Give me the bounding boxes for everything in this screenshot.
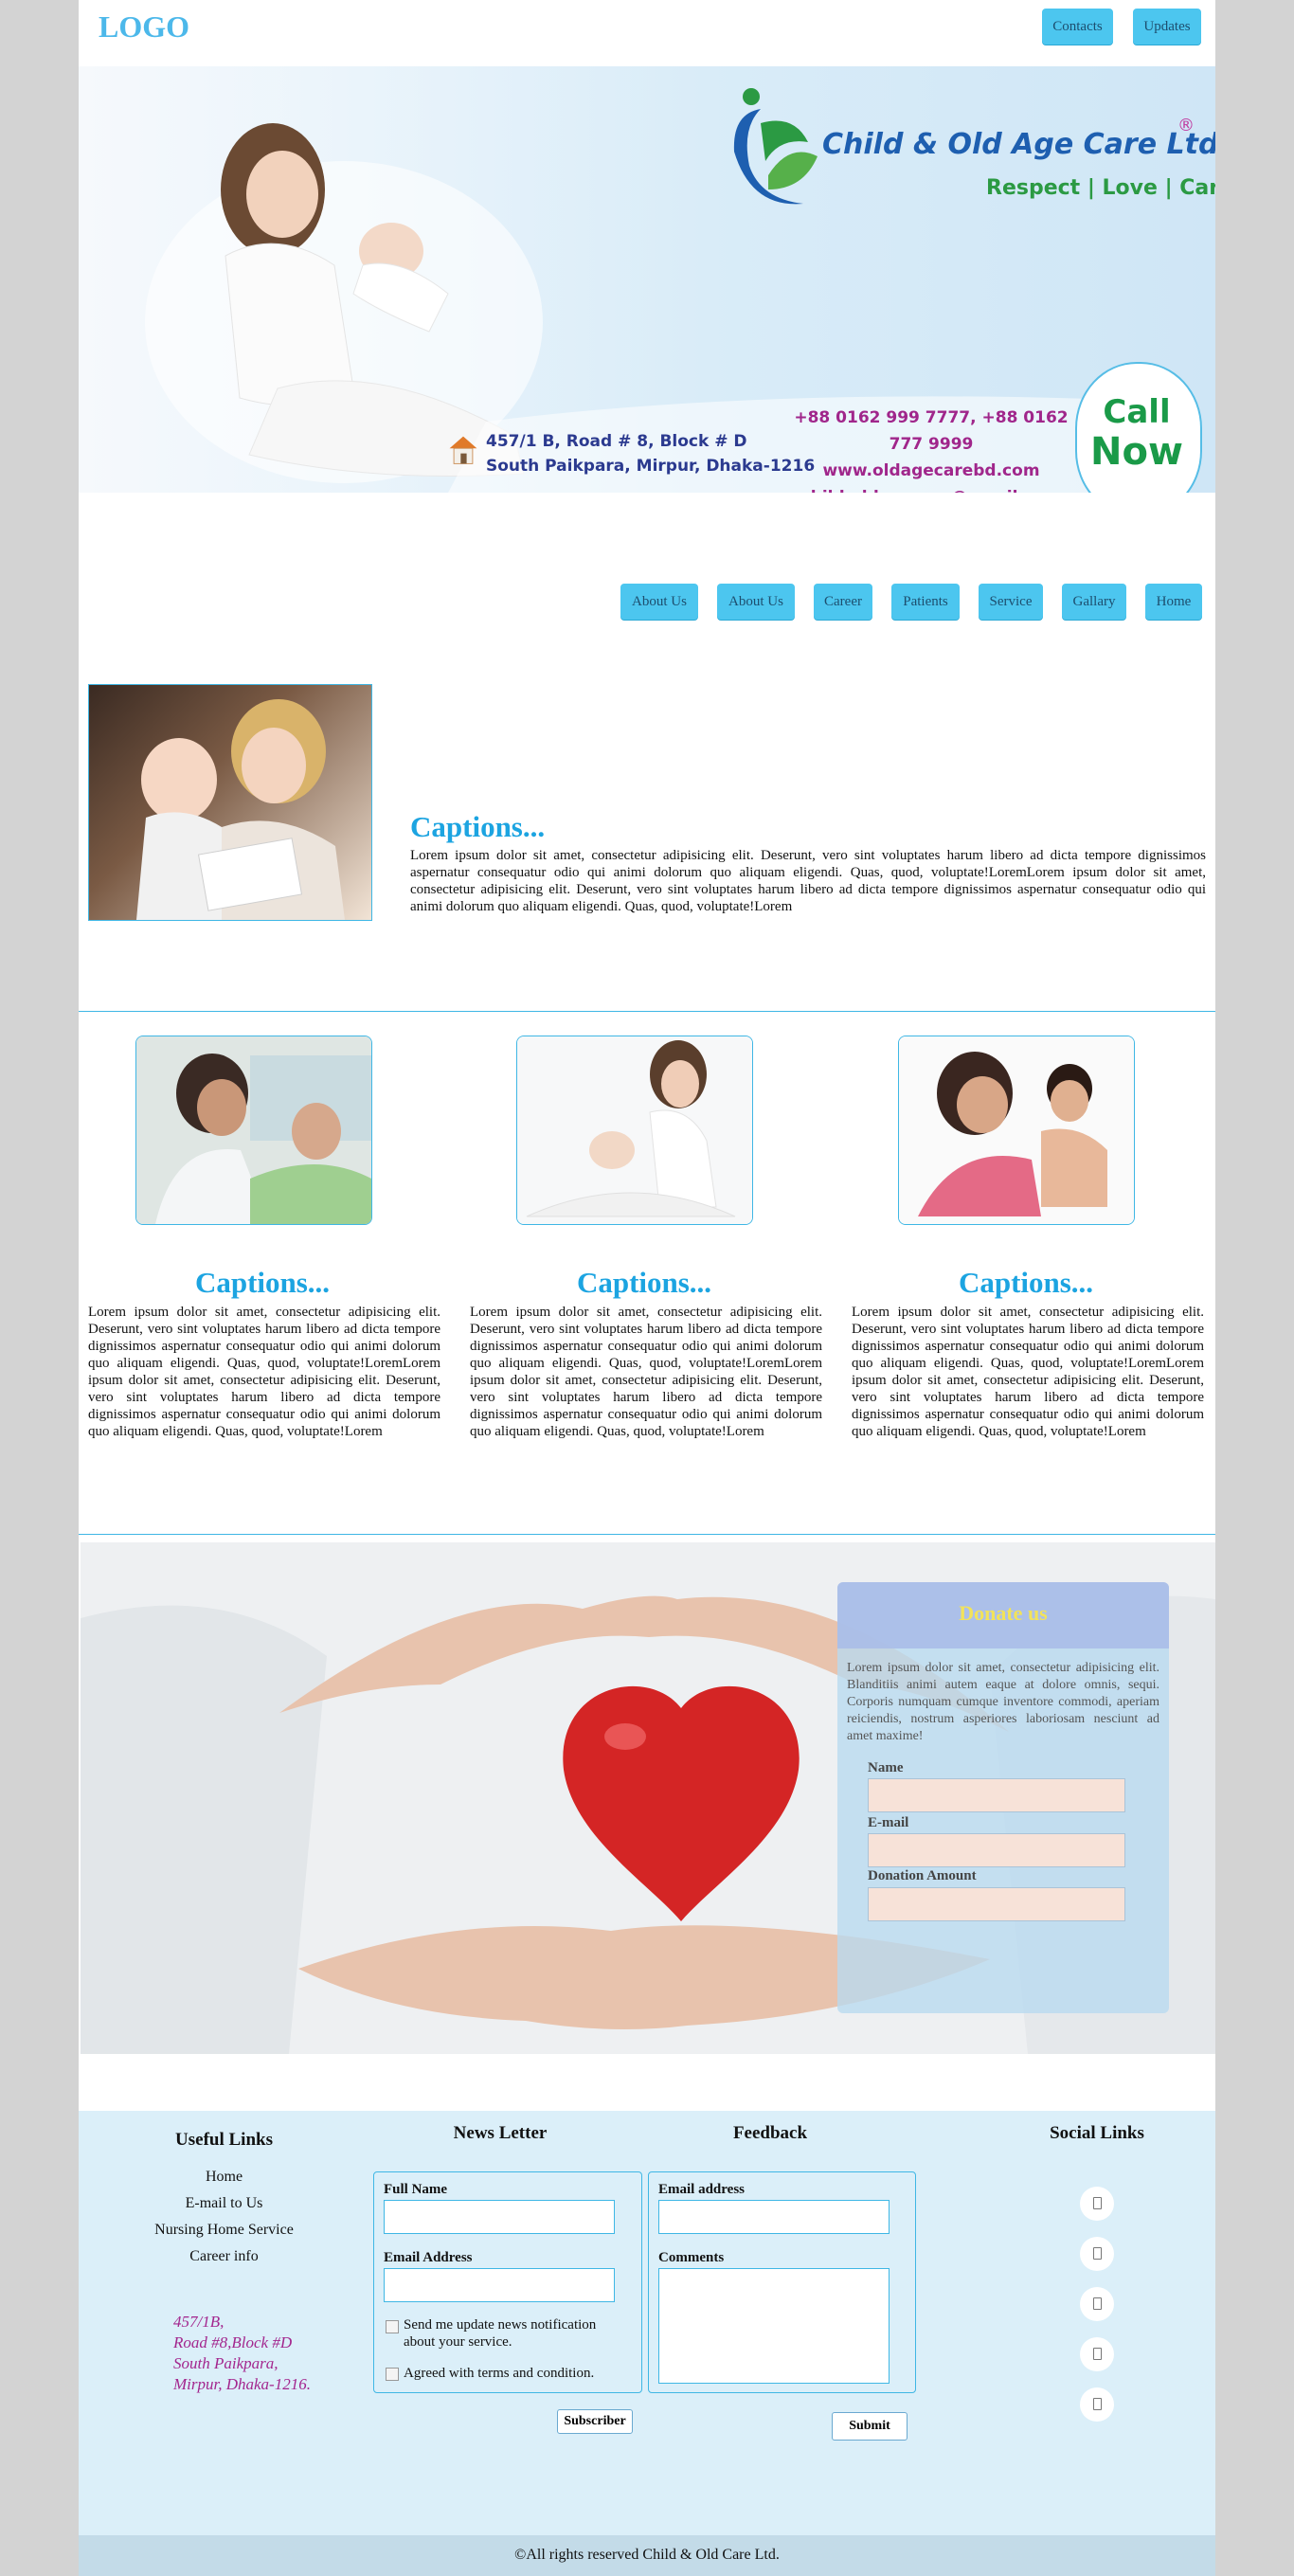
terms-label: Agreed with terms and condition.	[404, 2366, 595, 2381]
footer-link-nursing[interactable]: Nursing Home Service	[79, 2222, 369, 2239]
donate-email-input[interactable]	[868, 1833, 1125, 1867]
useful-links-title: Useful Links	[175, 2130, 273, 2150]
nurse-patient-photo	[136, 1036, 371, 1224]
card-photo-mother-baby	[516, 1036, 753, 1225]
nav-gallary[interactable]: Gallary	[1062, 584, 1126, 620]
column-caption-1: Captions...	[194, 1266, 331, 1299]
donate-title: Donate us	[837, 1582, 1169, 1648]
banner-phones: +88 0162 999 7777, +88 0162 777 9999	[794, 408, 1069, 454]
section-divider	[79, 1011, 1215, 1012]
brand-name: Child & Old Age Care Ltd.	[822, 128, 1215, 161]
logo[interactable]: LOGO	[99, 9, 189, 45]
page: LOGO Contacts Updates Child & Old Age Ca…	[79, 0, 1215, 2576]
notify-label: Send me update news notification about y…	[404, 2317, 597, 2350]
brand-tagline: Respect | Love | Care	[986, 176, 1215, 200]
footer-address-line4: Mirpur, Dhaka-1216.	[173, 2375, 311, 2393]
banner-email[interactable]: child.oldagecare@gmail.com	[794, 484, 1069, 493]
nav-home[interactable]: Home	[1145, 584, 1202, 620]
column-text-1: Lorem ipsum dolor sit amet, consectetur …	[88, 1305, 440, 1439]
nav-patients[interactable]: Patients	[891, 584, 960, 620]
full-name-label: Full Name	[384, 2182, 448, 2197]
mother-baby-photo-2	[517, 1036, 752, 1224]
comments-label: Comments	[658, 2250, 725, 2265]
column-caption-2: Captions...	[576, 1266, 712, 1299]
column-text-3: Lorem ipsum dolor sit amet, consectetur …	[852, 1305, 1204, 1439]
subscribe-button[interactable]: Subscriber	[557, 2409, 633, 2434]
footer-address: 457/1B, Road #8,Block #D South Paikpara,…	[173, 2312, 311, 2395]
notify-checkbox[interactable]	[386, 2320, 399, 2333]
footer-address-line1: 457/1B,	[173, 2313, 225, 2331]
comments-textarea[interactable]	[658, 2268, 890, 2384]
donate-name-label: Name	[868, 1760, 904, 1775]
social-icon-2[interactable]	[1080, 2237, 1114, 2271]
card-photo-nurse	[135, 1036, 372, 1225]
social-icon-5[interactable]	[1080, 2387, 1114, 2422]
feedback-email-label: Email address	[658, 2182, 745, 2197]
donate-amount-input[interactable]	[868, 1887, 1125, 1921]
call-now-line2: Now	[1090, 430, 1183, 474]
nav-about-us-2[interactable]: About Us	[717, 584, 795, 620]
donate-email-label: E-mail	[868, 1815, 909, 1830]
footer: Useful Links Home E-mail to Us Nursing H…	[79, 2111, 1215, 2535]
email-address-input[interactable]	[384, 2268, 615, 2302]
footer-link-email[interactable]: E-mail to Us	[79, 2195, 369, 2212]
feedback-title: Feedback	[732, 2123, 808, 2143]
feature-caption: Captions...	[410, 810, 546, 843]
full-name-input[interactable]	[384, 2200, 615, 2234]
feature-text: Lorem ipsum dolor sit amet, consectetur …	[410, 848, 1206, 914]
submit-button[interactable]: Submit	[832, 2412, 908, 2441]
newsletter-form: Full Name Email Address Send me update n…	[373, 2171, 642, 2393]
nav-service[interactable]: Service	[979, 584, 1043, 620]
newsletter-title: News Letter	[453, 2123, 548, 2143]
social-icon-3[interactable]	[1080, 2287, 1114, 2321]
nav-career[interactable]: Career	[814, 584, 872, 620]
feedback-email-input[interactable]	[658, 2200, 890, 2234]
social-links-title: Social Links	[1050, 2123, 1144, 2143]
nav-about-us[interactable]: About Us	[620, 584, 698, 620]
registered-mark: ®	[1177, 116, 1195, 135]
copyright: ©All rights reserved Child & Old Care Lt…	[79, 2535, 1215, 2576]
terms-checkbox[interactable]	[386, 2368, 399, 2381]
donate-name-input[interactable]	[868, 1778, 1125, 1812]
donate-panel: Donate us Lorem ipsum dolor sit amet, co…	[837, 1582, 1169, 2013]
email-address-label: Email Address	[384, 2250, 473, 2265]
home-icon	[449, 436, 477, 464]
mother-child-photo	[899, 1036, 1134, 1224]
banner-address-line2: South Paikpara, Mirpur, Dhaka-1216	[486, 457, 816, 476]
banner-address-line1: 457/1 B, Road # 8, Block # D	[486, 432, 747, 451]
call-now-text: Call Now	[1085, 392, 1189, 472]
column-caption-3: Captions...	[958, 1266, 1094, 1299]
donate-amount-label: Donation Amount	[868, 1868, 977, 1883]
mother-reading-photo	[136, 699, 345, 920]
social-icon-4[interactable]	[1080, 2337, 1114, 2371]
donate-text: Lorem ipsum dolor sit amet, consectetur …	[847, 1661, 1159, 1743]
footer-address-line2: Road #8,Block #D	[173, 2333, 293, 2351]
footer-link-career[interactable]: Career info	[79, 2248, 369, 2265]
banner-contacts: +88 0162 999 7777, +88 0162 777 9999 www…	[794, 405, 1069, 493]
card-photo-mother-child	[898, 1036, 1135, 1225]
footer-address-line3: South Paikpara,	[173, 2354, 279, 2372]
hero-banner: Child & Old Age Care Ltd. ® Respect | Lo…	[79, 66, 1215, 493]
banner-address: 457/1 B, Road # 8, Block # D South Paikp…	[486, 429, 815, 478]
column-text-2: Lorem ipsum dolor sit amet, consectetur …	[470, 1305, 822, 1439]
banner-website[interactable]: www.oldagecarebd.com	[794, 458, 1069, 484]
contacts-button[interactable]: Contacts	[1042, 9, 1113, 45]
social-icon-1[interactable]	[1080, 2187, 1114, 2221]
feedback-form: Email address Comments	[648, 2171, 916, 2393]
section-divider-2	[79, 1534, 1215, 1535]
footer-link-home[interactable]: Home	[79, 2169, 369, 2186]
feature-photo	[88, 684, 372, 921]
updates-button[interactable]: Updates	[1133, 9, 1201, 45]
call-now-line1: Call	[1103, 393, 1171, 431]
